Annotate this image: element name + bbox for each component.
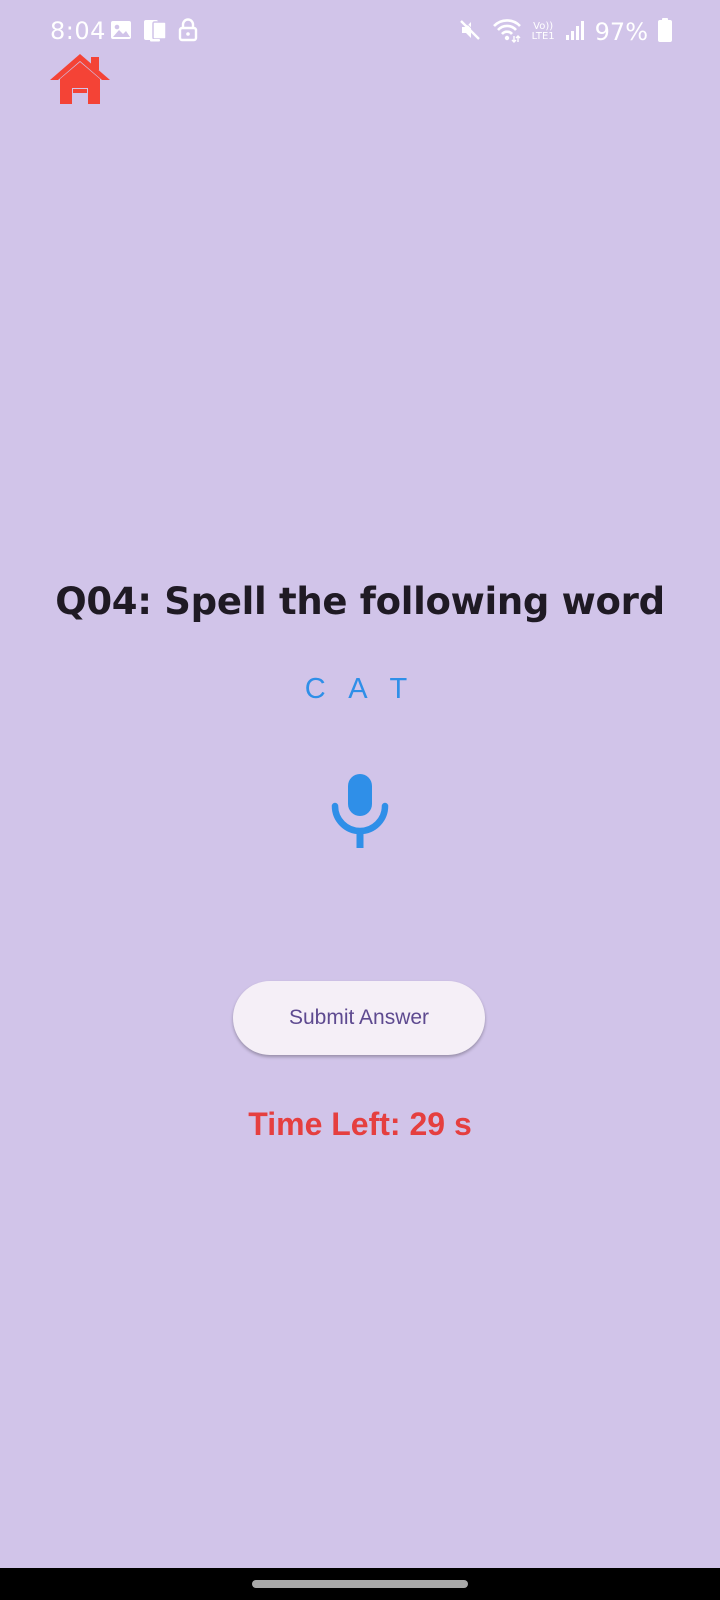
submit-answer-button[interactable]: Submit Answer [233, 981, 485, 1055]
battery-icon [658, 18, 672, 46]
signal-icon [565, 19, 585, 45]
lte-label: LTE1 [531, 31, 555, 42]
word-to-spell: C A T [304, 673, 416, 705]
time-left-text: Time Left: 29 s [248, 1106, 472, 1142]
status-right-icons: Vo)) LTE1 97% [458, 14, 672, 50]
screen-mirror-icon [142, 17, 168, 47]
status-left-icons [110, 18, 198, 46]
volte-icon: Vo)) LTE1 [532, 22, 555, 42]
microphone-icon [322, 774, 398, 856]
battery-percent: 97% [594, 18, 648, 46]
navigation-bar [0, 1568, 720, 1600]
home-button[interactable] [48, 52, 112, 108]
wifi-icon [492, 17, 522, 47]
question-title: Q04: Spell the following word [55, 580, 665, 623]
status-time: 8:04 [50, 17, 106, 45]
lock-icon [178, 18, 198, 46]
home-gesture-handle[interactable] [252, 1580, 468, 1588]
microphone-button[interactable] [322, 760, 398, 852]
home-icon [48, 54, 112, 112]
spelling-quiz-screen: 8:04 Vo)) LTE1 97% Q04: Spell the follow… [0, 0, 720, 1600]
mute-icon [458, 18, 482, 46]
gallery-icon [110, 19, 132, 45]
